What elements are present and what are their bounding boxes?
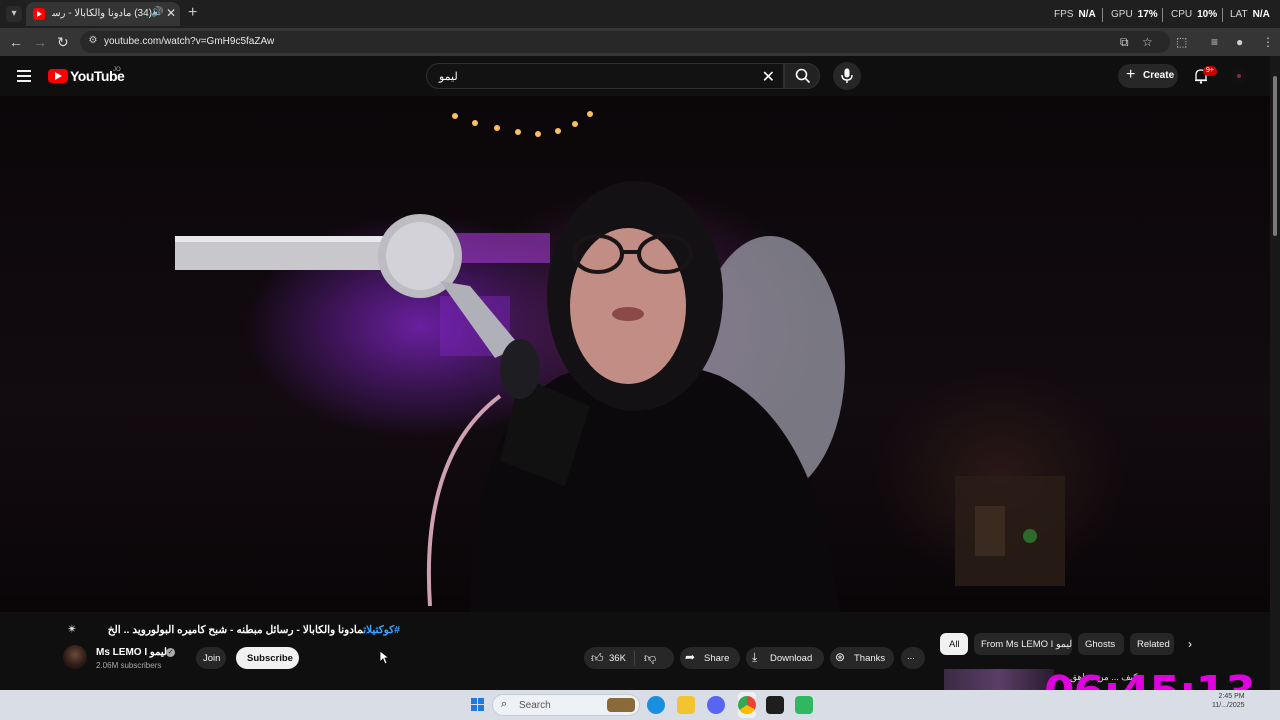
taskbar-search-input[interactable]: ⌕ Search — [492, 694, 640, 716]
lat-readout: LAT N/A — [1230, 9, 1270, 20]
plus-icon: + — [1126, 66, 1136, 83]
app-icon[interactable] — [795, 696, 813, 714]
search-input[interactable]: ليمو ✕ — [426, 63, 784, 89]
reload-icon[interactable]: ↻ — [57, 34, 69, 51]
system-tray-clock[interactable]: 2:45 PM 11/.../2025 — [1212, 692, 1245, 710]
tray-time: 2:45 PM — [1218, 693, 1245, 700]
video-title: #كوكتيلاتمادونا والكابالا - رسائل مبطنه … — [84, 624, 400, 636]
search-highlight-image — [607, 698, 635, 712]
fps-readout: FPS N/A — [1054, 9, 1096, 20]
chevron-right-icon[interactable]: › — [1188, 637, 1192, 651]
share-icon: ➦ — [685, 650, 696, 664]
install-icon[interactable]: ⧉ — [1120, 35, 1129, 50]
chip-ghosts[interactable]: Ghosts — [1078, 633, 1124, 655]
star-icon[interactable]: ☆ — [1142, 35, 1153, 49]
tray-date: 11/.../2025 — [1212, 702, 1245, 709]
subscribe-button[interactable]: Subscribe — [236, 647, 299, 669]
chip-all[interactable]: All — [940, 633, 968, 655]
account-avatar[interactable] — [1231, 68, 1247, 84]
profile-icon[interactable]: ● — [1236, 35, 1243, 49]
like-count[interactable]: 36K — [606, 647, 632, 669]
region-code: JO — [113, 67, 121, 73]
like-dislike-group: 👍︎ 36K 👎︎ — [584, 647, 674, 669]
search-query[interactable]: ليمو — [439, 70, 458, 83]
gpu-readout: GPU 17% — [1111, 9, 1158, 20]
mouse-cursor — [379, 650, 391, 665]
more-icon: ... — [907, 651, 915, 662]
extensions-icon[interactable]: ⬚ — [1176, 35, 1187, 49]
notification-badge: 9+ — [1203, 66, 1217, 76]
thanks-button[interactable]: ⊛ Thanks — [830, 647, 894, 669]
search-button[interactable] — [784, 63, 820, 89]
chip-from-channel[interactable]: From Ms LEMO I ليمو — [974, 633, 1072, 655]
chip-related[interactable]: Related — [1130, 633, 1174, 655]
browser-toolbar: ← → ↻ ⚙ youtube.com/watch?v=GmH9c5faZAw … — [0, 28, 1280, 56]
create-button[interactable]: + Create — [1118, 64, 1178, 88]
edge-icon[interactable] — [647, 696, 665, 714]
perf-divider — [1222, 8, 1223, 22]
join-button[interactable]: Join — [196, 647, 226, 669]
media-icon[interactable]: ≡ — [1211, 35, 1218, 49]
more-actions-button[interactable]: ... — [901, 647, 925, 669]
perf-divider — [1162, 8, 1163, 22]
video-frame — [175, 111, 1065, 612]
file-explorer-icon[interactable] — [677, 696, 695, 714]
terminal-icon[interactable] — [766, 696, 784, 714]
related-video-thumbnail[interactable] — [944, 669, 1054, 690]
address-bar[interactable]: ⚙ youtube.com/watch?v=GmH9c5faZAw — [80, 31, 1170, 53]
page-scrollbar[interactable] — [1270, 56, 1280, 690]
video-player[interactable] — [0, 96, 1270, 612]
menu-icon[interactable] — [17, 70, 31, 82]
clear-search-icon[interactable]: ✕ — [762, 67, 775, 87]
site-info-icon[interactable]: ⚙ — [86, 35, 100, 49]
tab-search-icon[interactable]: ▾ — [6, 6, 22, 22]
mic-icon — [841, 68, 853, 83]
subscriber-count: 2.06M subscribers — [96, 661, 162, 670]
title-text: مادونا والكابالا - رسائل مبطنه - شبح كام… — [107, 624, 364, 636]
windows-start-icon[interactable] — [471, 698, 485, 712]
back-icon[interactable]: ← — [9, 34, 23, 50]
forward-icon[interactable]: → — [33, 34, 47, 50]
share-button[interactable]: ➦ Share — [680, 647, 740, 669]
windows-taskbar: ⌕ Search — [0, 690, 1280, 720]
close-tab-icon[interactable]: ✕ — [166, 6, 176, 20]
url-text[interactable]: youtube.com/watch?v=GmH9c5faZAw — [104, 36, 274, 47]
download-button[interactable]: ⤓ Download — [746, 647, 824, 669]
new-tab-button[interactable]: + — [188, 4, 197, 22]
channel-avatar[interactable] — [63, 645, 87, 669]
cpu-readout: CPU 10% — [1171, 9, 1218, 20]
youtube-logo-icon[interactable] — [48, 69, 68, 83]
dislike-icon[interactable]: 👎︎ — [644, 651, 656, 666]
discord-icon[interactable] — [707, 696, 725, 714]
ai-summary-icon[interactable]: ✴ — [67, 622, 77, 636]
scrollbar-thumb[interactable] — [1273, 76, 1277, 236]
browser-menu-icon[interactable]: ⋮ — [1262, 35, 1274, 49]
youtube-header: YouTube JO ليمو ✕ + Create 9+ — [0, 56, 1280, 96]
divider — [634, 651, 635, 665]
browser-tab-strip: ▾ (34) مادونا والكابالا - رسائل ... 🔊 ✕ … — [0, 0, 1280, 28]
taskbar-search-label: Search — [519, 700, 551, 711]
tab-title: (34) مادونا والكابالا - رسائل ... — [52, 8, 152, 19]
download-icon: ⤓ — [752, 650, 758, 664]
search-icon: ⌕ — [501, 698, 508, 710]
title-hashtag[interactable]: #كوكتيلات — [363, 624, 400, 636]
channel-name[interactable]: Ms LEMO I ليمو — [96, 647, 167, 658]
speaker-icon[interactable]: 🔊 — [151, 7, 163, 18]
verified-icon: ✓ — [166, 648, 175, 657]
browser-tab-active[interactable]: (34) مادونا والكابالا - رسائل ... 🔊 ✕ — [26, 2, 180, 26]
like-icon[interactable]: 👍︎ — [591, 651, 604, 666]
create-label: Create — [1143, 70, 1175, 81]
chrome-icon[interactable] — [738, 696, 756, 714]
youtube-favicon — [33, 8, 45, 20]
voice-search-button[interactable] — [833, 62, 861, 90]
perf-divider — [1102, 8, 1103, 22]
search-icon — [795, 68, 811, 84]
thanks-icon: ⊛ — [835, 650, 846, 664]
